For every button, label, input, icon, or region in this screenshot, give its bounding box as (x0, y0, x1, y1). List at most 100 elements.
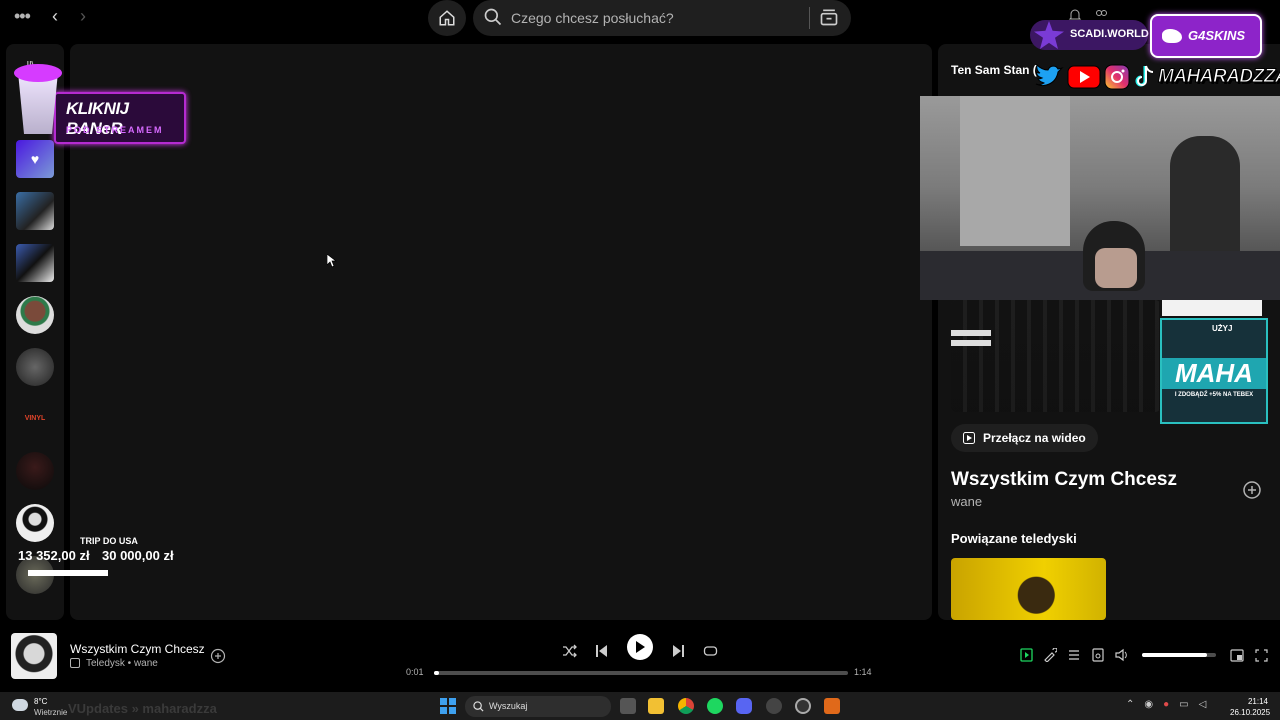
tray-chevron-icon[interactable]: ⌃ (1126, 699, 1134, 710)
bell-icon[interactable] (1068, 8, 1082, 22)
twitter-icon (1035, 64, 1064, 86)
artist-item[interactable] (16, 296, 54, 334)
play-icon (636, 641, 645, 653)
discord-tray-icon[interactable]: ◉ (1144, 699, 1153, 710)
banner-box: KLIKNIJ BANeR POD STREAMEM (54, 92, 186, 144)
np-header-title[interactable]: Ten Sam Stan ( (951, 63, 1037, 77)
miniplayer-icon[interactable] (1230, 649, 1244, 662)
fullscreen-icon[interactable] (1255, 649, 1268, 662)
spotify-icon[interactable] (707, 698, 723, 714)
search-divider (809, 7, 810, 29)
queue-icon[interactable] (1067, 648, 1081, 662)
chrome-icon[interactable] (678, 698, 694, 714)
player-bar: Wszystkim Czym Chcesz Teledysk • wane 0:… (0, 620, 1280, 692)
volume-slider[interactable] (1142, 653, 1216, 657)
donation-progress-bar (28, 570, 108, 576)
home-icon (439, 10, 455, 26)
webcam-wall (960, 96, 1070, 246)
thumbnail-image (951, 300, 1161, 412)
album-cover[interactable] (11, 633, 57, 679)
player-track-title[interactable]: Wszystkim Czym Chcesz (70, 642, 205, 656)
app-icon[interactable] (766, 698, 782, 714)
volume-icon[interactable] (1115, 648, 1129, 662)
scadi-logo-icon (1034, 21, 1064, 49)
clock-time[interactable]: 21:14 (1230, 697, 1268, 706)
back-arrow-icon[interactable]: ‹ (52, 6, 58, 27)
switch-to-video-button[interactable]: Przełącz na wideo (951, 424, 1098, 452)
playlist-item[interactable] (16, 192, 54, 230)
system-tray: ⌃ ◉ ● ▭ ◁ (1126, 699, 1206, 710)
weather-icon[interactable] (12, 699, 28, 711)
network-icon[interactable]: ▭ (1179, 699, 1188, 710)
search-box (473, 0, 851, 36)
clock-date[interactable]: 26.10.2025 (1230, 708, 1270, 717)
promo-code-banner: UŻYJ MAHA I ZDOBĄDŹ +5% NA TEBEX (1160, 318, 1268, 424)
play-button[interactable] (627, 634, 653, 660)
weather-description[interactable]: Wietrznie (34, 708, 67, 717)
add-to-library-icon[interactable] (1242, 480, 1262, 500)
lyrics-icon[interactable] (1043, 648, 1057, 662)
artist-item[interactable] (16, 348, 54, 386)
repeat-icon[interactable] (703, 644, 718, 658)
jacket-stripe (951, 330, 991, 336)
player-track-subtitle[interactable]: Teledysk • wane (86, 658, 158, 669)
splash-icon (14, 64, 62, 82)
forward-arrow-icon[interactable]: › (80, 6, 86, 27)
start-button[interactable] (440, 698, 456, 714)
taskbar-search[interactable]: Wyszukaj (465, 696, 611, 717)
speaker-icon[interactable]: ◁ (1199, 699, 1207, 710)
file-explorer-icon[interactable] (648, 698, 664, 714)
donation-goal-label: TRIP DO USA (80, 536, 138, 546)
webcam-overlay (920, 96, 1280, 300)
obs-icon[interactable] (795, 698, 811, 714)
stream-ticker-text: VUpdates » maharadzza (68, 701, 217, 716)
video-badge-icon (70, 658, 80, 668)
related-video-thumbnail[interactable] (951, 558, 1106, 620)
extra-controls (1020, 648, 1129, 662)
task-view-icon[interactable] (620, 698, 636, 714)
youtube-icon (1067, 65, 1101, 89)
progress-bar[interactable] (434, 671, 848, 675)
search-icon (484, 8, 502, 26)
time-elapsed: 0:01 (406, 667, 424, 677)
heart-icon: ♥ (30, 151, 40, 167)
add-to-liked-icon[interactable] (210, 648, 226, 664)
artist-item[interactable] (16, 452, 54, 490)
home-button[interactable] (428, 0, 466, 36)
weather-temperature[interactable]: 8°C (34, 697, 47, 706)
webcam-streamer-face (1095, 248, 1137, 288)
promo-top-text: UŻYJ (1212, 324, 1233, 333)
menu-dots-icon[interactable]: ••• (14, 6, 31, 27)
volume-fill (1142, 653, 1208, 657)
donation-goal-overlay: TRIP DO USA 13 352,00 zł 30 000,00 zł (18, 534, 198, 580)
next-icon[interactable] (672, 644, 685, 658)
friends-icon[interactable] (1094, 8, 1108, 22)
g4skins-sponsor-badge: G4SKINS (1150, 14, 1262, 58)
webcam-doorway (1170, 136, 1240, 256)
microphone-icon[interactable]: ● (1163, 699, 1169, 710)
scadi-sponsor-label: SCADI.WORLD (1070, 28, 1149, 40)
donation-current-amount: 13 352,00 zł (18, 548, 90, 563)
progress-fill (434, 671, 439, 675)
start-tile (449, 707, 456, 714)
search-input[interactable] (511, 0, 801, 36)
click-banner-overlay: KLIKNIJ BANeR POD STREAMEM (14, 58, 186, 150)
tiktok-icon (1135, 65, 1154, 87)
previous-icon[interactable] (595, 644, 608, 658)
connect-device-icon[interactable] (1091, 648, 1105, 662)
g4skins-logo-icon (1162, 29, 1182, 43)
discord-icon[interactable] (736, 698, 752, 714)
shuffle-icon[interactable] (562, 644, 577, 658)
now-playing-view-icon[interactable] (1020, 648, 1033, 662)
time-total: 1:14 (854, 667, 872, 677)
music-video-thumbnail[interactable] (951, 300, 1161, 412)
app-icon[interactable] (824, 698, 840, 714)
np-artist-name[interactable]: wane (951, 494, 982, 509)
np-track-title[interactable]: Wszystkim Czym Chcesz (951, 469, 1177, 491)
promo-code-text: MAHA (1162, 358, 1266, 389)
start-tile (449, 698, 456, 705)
playlist-item[interactable] (16, 244, 54, 282)
scadi-sponsor-badge: SCADI.WORLD (1030, 20, 1149, 50)
browse-icon[interactable] (819, 6, 839, 28)
artist-logo-item[interactable]: VINYL (16, 400, 54, 438)
